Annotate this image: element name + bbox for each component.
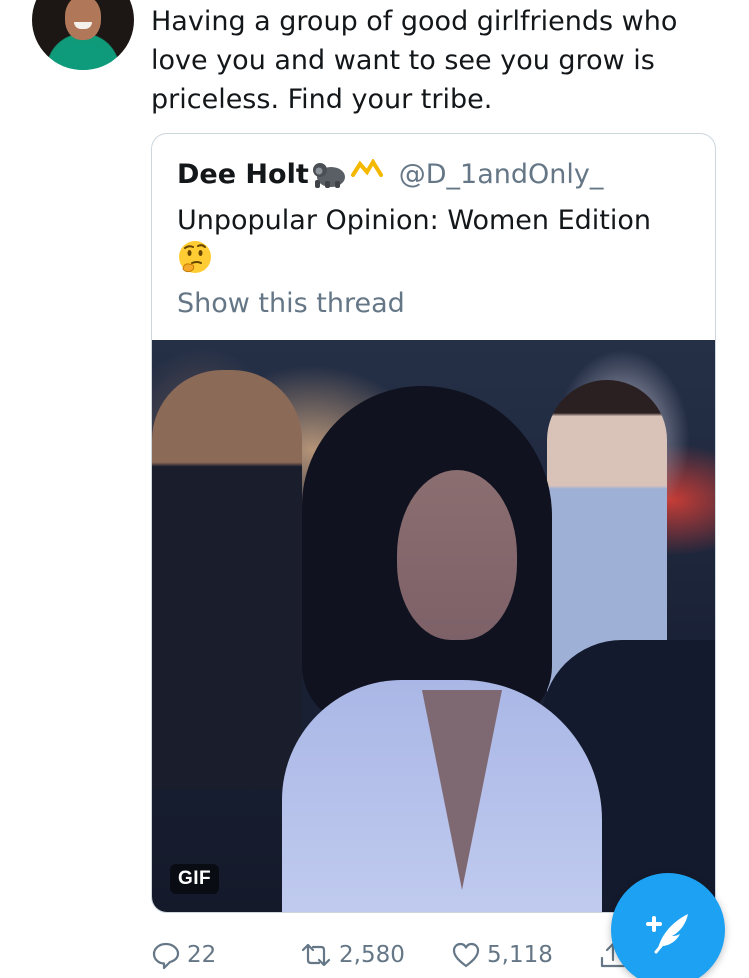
tweet-text: Having a group of good girlfriends who l… bbox=[151, 6, 678, 115]
subject-neckline bbox=[422, 690, 502, 890]
quoted-tweet-text: Unpopular Opinion: Women Edition bbox=[177, 205, 651, 236]
quoted-author-handle[interactable]: @D_1andOnly_ bbox=[399, 159, 604, 190]
thinking-face-icon bbox=[177, 239, 213, 275]
retweet-count: 2,580 bbox=[339, 942, 405, 968]
avatar-face bbox=[65, 0, 101, 40]
retweet-button[interactable]: 2,580 bbox=[299, 935, 405, 975]
background-person-left bbox=[152, 370, 302, 790]
gif-badge: GIF bbox=[170, 864, 220, 894]
quoted-tweet-card[interactable]: Dee Holt @D_1andOnly_ Unpopular Opinion:… bbox=[151, 133, 716, 913]
reply-count: 22 bbox=[187, 942, 217, 968]
gorilla-icon bbox=[311, 160, 347, 188]
reply-icon bbox=[152, 942, 180, 970]
crown-icon bbox=[350, 157, 383, 179]
reply-button[interactable]: 22 bbox=[151, 935, 216, 975]
compose-tweet-button[interactable] bbox=[611, 873, 725, 978]
gif-media[interactable]: GIF bbox=[152, 340, 715, 912]
like-button[interactable]: 5,118 bbox=[451, 935, 553, 975]
avatar-shirt bbox=[50, 44, 116, 70]
compose-feather-icon bbox=[646, 914, 688, 954]
retweet-icon bbox=[301, 943, 331, 967]
heart-icon bbox=[452, 942, 480, 968]
quoted-tweet-header: Dee Holt @D_1andOnly_ bbox=[177, 154, 603, 194]
show-thread-link[interactable]: Show this thread bbox=[177, 288, 405, 319]
subject-face bbox=[397, 470, 517, 640]
like-count: 5,118 bbox=[487, 942, 553, 968]
tweet-actions: 22 2,580 5,118 bbox=[151, 935, 631, 975]
author-avatar[interactable] bbox=[32, 0, 134, 70]
quoted-author-name[interactable]: Dee Holt bbox=[177, 159, 309, 190]
